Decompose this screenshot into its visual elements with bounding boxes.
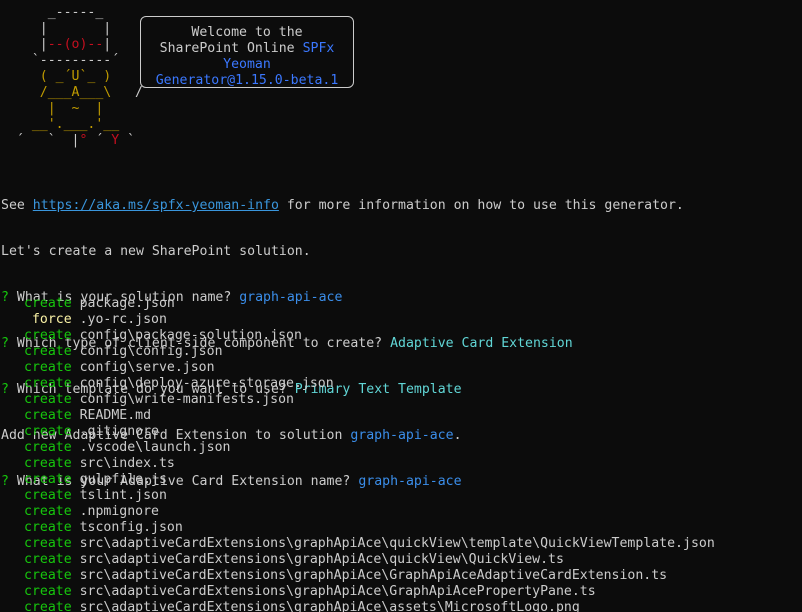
- file-row: create tsconfig.json: [24, 520, 715, 536]
- file-path: src\adaptiveCardExtensions\graphApiAce\G…: [79, 568, 668, 583]
- file-path: gulpfile.js: [79, 472, 167, 487]
- info-line: See https://aka.ms/spfx-yeoman-info for …: [1, 198, 684, 213]
- file-action: create: [24, 344, 72, 359]
- file-path: src\adaptiveCardExtensions\graphApiAce\q…: [79, 552, 564, 567]
- file-action: create: [24, 584, 72, 599]
- question-mark-icon: ?: [1, 290, 9, 305]
- file-row: create config\config.json: [24, 344, 715, 360]
- file-action: force: [24, 312, 72, 327]
- file-path: config\serve.json: [79, 360, 215, 375]
- file-action: create: [24, 408, 72, 423]
- file-action: create: [24, 600, 72, 612]
- question-mark-icon: ?: [1, 336, 9, 351]
- file-action: create: [24, 456, 72, 471]
- file-row: create src\adaptiveCardExtensions\graphA…: [24, 584, 715, 600]
- file-path: tsconfig.json: [79, 520, 183, 535]
- terminal-window[interactable]: _-----_ | | |--(o)--| `---------´ ( _´U`…: [0, 0, 802, 612]
- file-row: create .vscode\launch.json: [24, 440, 715, 456]
- file-row: force .yo-rc.json: [24, 312, 715, 328]
- file-action: create: [24, 328, 72, 343]
- file-path: README.md: [79, 408, 152, 423]
- file-path: config\package-solution.json: [79, 328, 302, 343]
- file-path: .npmignore: [79, 504, 159, 519]
- welcome-line-2: SharePoint Online SPFx: [159, 41, 335, 56]
- file-row: create src\adaptiveCardExtensions\graphA…: [24, 536, 715, 552]
- file-row: create config\serve.json: [24, 360, 715, 376]
- file-row: create src\adaptiveCardExtensions\graphA…: [24, 552, 715, 568]
- file-path: src\index.ts: [79, 456, 175, 471]
- file-row: create src\index.ts: [24, 456, 715, 472]
- file-path: config\deploy-azure-storage.json: [79, 376, 334, 391]
- create-solution-line: Let's create a new SharePoint solution.: [1, 244, 311, 259]
- welcome-speech-bubble: Welcome to the SharePoint Online SPFx Ye…: [140, 16, 354, 88]
- file-action: create: [24, 424, 72, 439]
- file-action: create: [24, 296, 72, 311]
- file-row: create gulpfile.js: [24, 472, 715, 488]
- file-path: .vscode\launch.json: [79, 440, 231, 455]
- file-path: src\adaptiveCardExtensions\graphApiAce\a…: [79, 600, 580, 612]
- welcome-line-4: Generator@1.15.0-beta.1: [155, 73, 339, 88]
- file-action: create: [24, 520, 72, 535]
- file-row: create config\write-manifests.json: [24, 392, 715, 408]
- question-mark-icon: ?: [1, 382, 9, 397]
- file-row: create .npmignore: [24, 504, 715, 520]
- file-path: .gitignore: [79, 424, 159, 439]
- question-mark-icon: ?: [1, 474, 9, 489]
- file-row: create config\deploy-azure-storage.json: [24, 376, 715, 392]
- file-action: create: [24, 536, 72, 551]
- file-row: create README.md: [24, 408, 715, 424]
- info-link[interactable]: https://aka.ms/spfx-yeoman-info: [33, 198, 279, 213]
- file-path: tslint.json: [79, 488, 167, 503]
- file-row: create src\adaptiveCardExtensions\graphA…: [24, 600, 715, 612]
- file-row: create src\adaptiveCardExtensions\graphA…: [24, 568, 715, 584]
- file-action: create: [24, 360, 72, 375]
- file-action: create: [24, 376, 72, 391]
- welcome-line-3: Yeoman: [223, 57, 271, 72]
- file-path: config\config.json: [79, 344, 223, 359]
- created-files-list: create package.json force .yo-rc.json cre…: [24, 296, 715, 612]
- spfx-label: SPFx: [302, 41, 335, 56]
- file-action: create: [24, 392, 72, 407]
- yeoman-ascii-art: _-----_ | | |--(o)--| `---------´ ( _´U`…: [8, 5, 143, 148]
- file-path: .yo-rc.json: [79, 312, 167, 327]
- file-path: src\adaptiveCardExtensions\graphApiAce\G…: [79, 584, 596, 599]
- file-path: config\write-manifests.json: [79, 392, 294, 407]
- file-path: package.json: [79, 296, 175, 311]
- file-row: create .gitignore: [24, 424, 715, 440]
- file-action: create: [24, 568, 72, 583]
- file-action: create: [24, 440, 72, 455]
- file-action: create: [24, 552, 72, 567]
- file-row: create config\package-solution.json: [24, 328, 715, 344]
- file-row: create tslint.json: [24, 488, 715, 504]
- file-action: create: [24, 488, 72, 503]
- file-action: create: [24, 504, 72, 519]
- welcome-line-1: Welcome to the: [191, 25, 303, 40]
- file-row: create package.json: [24, 296, 715, 312]
- file-action: create: [24, 472, 72, 487]
- file-path: src\adaptiveCardExtensions\graphApiAce\q…: [79, 536, 715, 551]
